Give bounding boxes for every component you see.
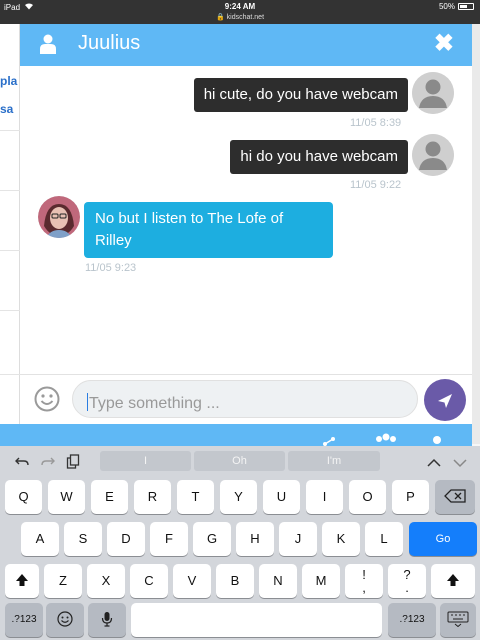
emoji-icon[interactable] [34,386,60,412]
key-r[interactable]: R [134,480,171,514]
key-n[interactable]: N [259,564,297,598]
key-i[interactable]: I [306,480,343,514]
paste-icon[interactable] [66,452,80,470]
go-key[interactable]: Go [409,522,477,556]
background-link-1[interactable]: pla [0,74,17,88]
url-bar[interactable]: 🔒 kidschat.net [0,13,480,21]
shift-icon [447,574,459,586]
key-v[interactable]: V [173,564,211,598]
chevron-down-icon[interactable] [452,454,468,472]
page-edge [472,24,480,444]
key-c[interactable]: C [130,564,168,598]
key-y[interactable]: Y [220,480,257,514]
key-k[interactable]: K [322,522,360,556]
message-input[interactable]: Type something ... [72,380,418,418]
emoji-icon [57,611,73,627]
key-question-period[interactable]: ? . [388,564,426,598]
message-time: 11/05 9:22 [350,179,402,191]
battery-icon [458,3,474,10]
send-button[interactable] [424,379,466,421]
send-icon [438,394,452,408]
battery-percent: 50% [438,2,455,11]
keyboard-icon [447,611,469,628]
key-d[interactable]: D [107,522,145,556]
status-bar: iPad 9:24 AM 🔒 kidschat.net 50% [0,0,480,24]
contact-name: Juulius [78,32,141,54]
lock-icon: 🔒 [215,14,225,21]
key-t[interactable]: T [177,480,214,514]
clock: 9:24 AM [224,2,256,11]
key-x[interactable]: X [87,564,125,598]
message-time: 11/05 8:39 [350,117,402,129]
shift-key-right[interactable] [431,564,475,598]
key-m[interactable]: M [302,564,340,598]
suggestion-2[interactable]: Oh [194,451,285,471]
key-p[interactable]: P [392,480,429,514]
hide-keyboard-key[interactable] [440,603,476,637]
numbers-key-left[interactable]: .?123 [5,603,43,637]
divider [0,374,20,375]
group-icon[interactable] [374,433,398,446]
text-caret [87,393,88,411]
backspace-key[interactable] [435,480,475,514]
key-e[interactable]: E [91,480,128,514]
input-placeholder: Type something ... [89,395,220,412]
divider [0,130,20,131]
undo-icon[interactable] [14,452,30,470]
key-l[interactable]: L [365,522,403,556]
divider [0,310,20,311]
app-bottom-bar [0,424,472,446]
divider [0,250,20,251]
contact-avatar [38,196,80,238]
message-bubble-sent: hi cute, do you have webcam [193,78,408,112]
close-chat-button[interactable]: ✖ [434,31,454,57]
suggestion-1[interactable]: I [100,451,191,471]
composer-divider [20,374,472,375]
key-b[interactable]: B [216,564,254,598]
dictation-key[interactable] [88,603,126,637]
key-u[interactable]: U [263,480,300,514]
background-link-2[interactable]: sa [0,102,13,116]
shift-icon [16,574,28,586]
background-page: pla sa [0,24,20,444]
numbers-key-right[interactable]: .?123 [388,603,436,637]
shift-key-left[interactable] [5,564,39,598]
key-exclamation-comma[interactable]: ! , [345,564,383,598]
onscreen-keyboard: I Oh I'm Q W E R T Y U I O P A S D F G H… [0,446,480,640]
key-a[interactable]: A [21,522,59,556]
message-bubble-received: No but I listen to The Lofe of Rilley [84,202,333,258]
key-z[interactable]: Z [44,564,82,598]
default-avatar-icon [412,72,454,114]
key-h[interactable]: H [236,522,274,556]
suggestion-3[interactable]: I'm [288,451,380,471]
key-j[interactable]: J [279,522,317,556]
chat-header: Juulius ✖ [20,24,472,66]
message-time: 11/05 9:23 [85,262,137,274]
chevron-up-icon[interactable] [426,454,442,472]
redo-icon[interactable] [40,452,56,470]
default-avatar-icon [412,134,454,176]
key-o[interactable]: O [349,480,386,514]
key-s[interactable]: S [64,522,102,556]
backspace-icon [444,489,466,503]
person-icon[interactable] [430,434,444,446]
space-bar[interactable] [131,603,382,637]
key-f[interactable]: F [150,522,188,556]
user-icon [40,34,56,54]
share-icon[interactable] [322,435,336,446]
key-q[interactable]: Q [5,480,42,514]
key-w[interactable]: W [48,480,85,514]
profile-photo-icon [38,196,80,238]
divider [0,190,20,191]
microphone-icon [101,612,113,627]
my-avatar [412,72,454,114]
emoji-key[interactable] [46,603,84,637]
message-bubble-sent: hi do you have webcam [230,140,408,174]
chat-window: Juulius ✖ hi cute, do you have webcam 11… [20,24,472,424]
my-avatar [412,134,454,176]
key-g[interactable]: G [193,522,231,556]
url-text: kidschat.net [226,14,265,21]
